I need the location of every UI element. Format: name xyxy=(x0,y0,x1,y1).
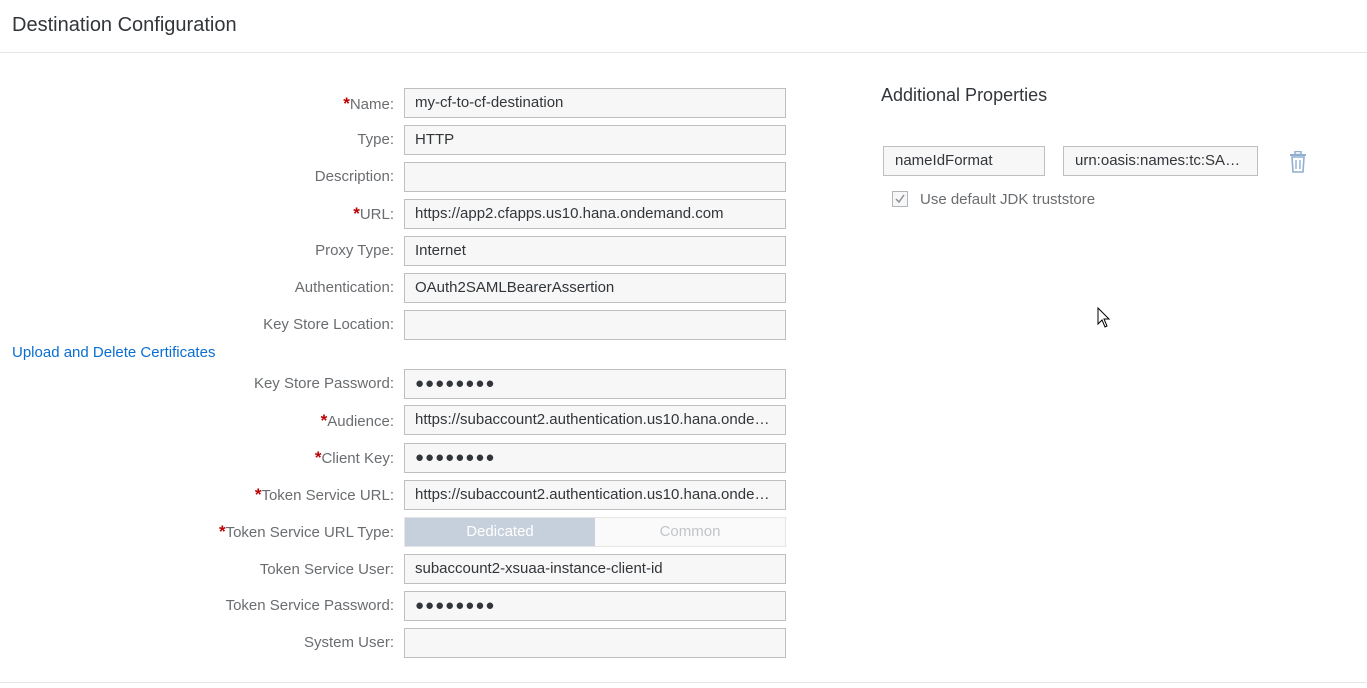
mouse-pointer-icon xyxy=(1097,306,1111,329)
proxy-type-field[interactable]: Internet xyxy=(404,236,786,266)
page-header: Destination Configuration xyxy=(0,0,1367,53)
url-label: *URL: xyxy=(353,204,394,223)
checkbox[interactable] xyxy=(892,191,908,207)
upload-delete-certificates-link[interactable]: Upload and Delete Certificates xyxy=(12,344,215,361)
token-service-url-field[interactable]: https://subaccount2.authentication.us10.… xyxy=(404,480,786,510)
system-user-field[interactable] xyxy=(404,628,786,658)
dedicated-option[interactable]: Dedicated xyxy=(405,518,595,546)
client-key-label: *Client Key: xyxy=(314,448,394,467)
system-user-label: System User: xyxy=(303,634,394,651)
trash-icon[interactable] xyxy=(1288,150,1308,173)
authentication-label: Authentication: xyxy=(294,279,394,296)
audience-field[interactable]: https://subaccount2.authentication.us10.… xyxy=(404,405,786,435)
token-service-url-type-label: *Token Service URL Type: xyxy=(218,522,394,541)
token-service-password-label: Token Service Password: xyxy=(225,597,394,614)
name-field[interactable]: my-cf-to-cf-destination xyxy=(404,88,786,118)
key-store-password-field[interactable]: ●●●●●●●● xyxy=(404,369,786,399)
audience-label: *Audience: xyxy=(320,411,394,430)
property-key-field[interactable]: nameIdFormat xyxy=(883,146,1045,176)
token-service-user-field[interactable]: subaccount2-xsuaa-instance-client-id xyxy=(404,554,786,584)
required-marker: * xyxy=(353,204,360,223)
proxy-type-label: Proxy Type: xyxy=(315,242,394,259)
common-option[interactable]: Common xyxy=(595,518,785,546)
description-label: Description: xyxy=(314,168,394,185)
type-field[interactable]: HTTP xyxy=(404,125,786,155)
authentication-field[interactable]: OAuth2SAMLBearerAssertion xyxy=(404,273,786,303)
property-value-field[interactable]: urn:oasis:names:tc:SAML:1.1:nameid-forma… xyxy=(1063,146,1258,176)
additional-properties-title: Additional Properties xyxy=(881,85,1048,105)
key-store-password-label: Key Store Password: xyxy=(253,375,394,392)
default-jdk-truststore-checkbox[interactable]: Use default JDK truststore xyxy=(892,189,1095,209)
required-marker: * xyxy=(218,522,226,541)
type-label: Type: xyxy=(357,131,394,148)
client-key-field[interactable]: ●●●●●●●● xyxy=(404,443,786,473)
required-marker: * xyxy=(343,94,350,113)
token-service-url-label: *Token Service URL: xyxy=(254,485,394,504)
name-label: *Name: xyxy=(343,94,394,113)
token-service-password-field[interactable]: ●●●●●●●● xyxy=(404,591,786,621)
page-title: Destination Configuration xyxy=(12,14,237,36)
description-field[interactable] xyxy=(404,162,786,192)
checkmark-icon xyxy=(895,194,905,204)
token-service-user-label: Token Service User: xyxy=(259,561,394,578)
checkbox-label: Use default JDK truststore xyxy=(920,190,1096,208)
token-service-url-type-toggle[interactable]: Dedicated Common xyxy=(404,517,786,547)
key-store-location-field[interactable] xyxy=(404,310,786,340)
key-store-location-label: Key Store Location: xyxy=(263,316,394,333)
url-field[interactable]: https://app2.cfapps.us10.hana.ondemand.c… xyxy=(404,199,786,229)
